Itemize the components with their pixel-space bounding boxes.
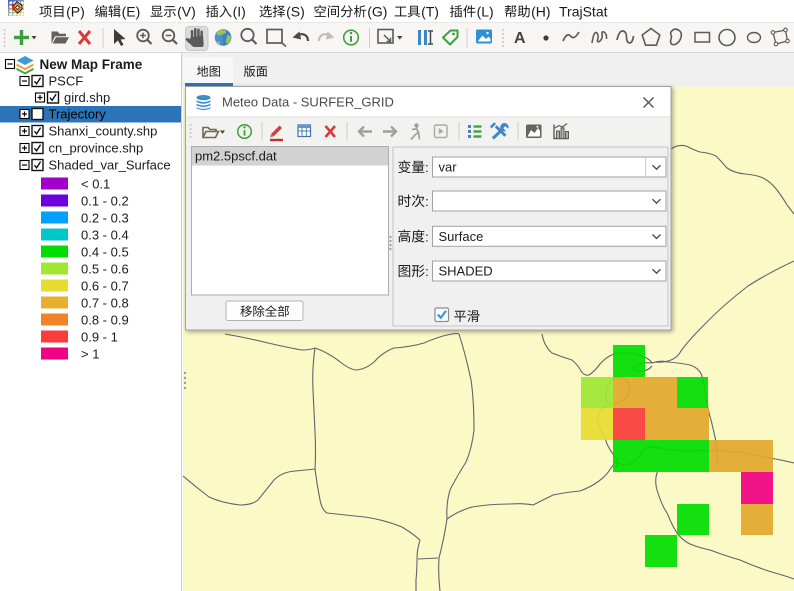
svg-text:gird.shp: gird.shp <box>64 90 110 105</box>
svg-text::: : <box>425 160 429 175</box>
svg-text:(S): (S) <box>286 3 305 19</box>
svg-text:Shanxi_county.shp: Shanxi_county.shp <box>49 124 158 139</box>
svg-text:0.4 - 0.5: 0.4 - 0.5 <box>81 245 129 260</box>
svg-text:Shaded_var_Surface: Shaded_var_Surface <box>49 158 171 173</box>
svg-text:PSCF: PSCF <box>49 74 84 89</box>
svg-text:cn_province.shp: cn_province.shp <box>49 141 144 156</box>
svg-text:(E): (E) <box>122 3 141 19</box>
svg-text:(T): (T) <box>421 3 439 19</box>
svg-text:New Map Frame: New Map Frame <box>40 57 143 72</box>
svg-text::: : <box>425 194 429 209</box>
svg-text:(G): (G) <box>367 3 387 19</box>
svg-text:Trajectory: Trajectory <box>49 107 107 122</box>
svg-text:(P): (P) <box>66 3 85 19</box>
svg-text:0.8 - 0.9: 0.8 - 0.9 <box>81 313 129 328</box>
svg-text:(I): (I) <box>233 3 246 19</box>
svg-text:0.5 - 0.6: 0.5 - 0.6 <box>81 262 129 277</box>
svg-text:0.9 - 1: 0.9 - 1 <box>81 330 118 345</box>
svg-text:0.7 - 0.8: 0.7 - 0.8 <box>81 296 129 311</box>
svg-text:0.2 - 0.3: 0.2 - 0.3 <box>81 211 129 226</box>
svg-text:< 0.1: < 0.1 <box>81 177 110 192</box>
svg-text:var: var <box>439 160 458 175</box>
svg-text:(L): (L) <box>477 3 494 19</box>
svg-text:> 1: > 1 <box>81 347 99 362</box>
svg-text::: : <box>425 264 429 279</box>
svg-text:Meteo Data - SURFER_GRID: Meteo Data - SURFER_GRID <box>222 95 394 110</box>
svg-text:pm2.5pscf.dat: pm2.5pscf.dat <box>195 149 277 164</box>
svg-text:0.3 - 0.4: 0.3 - 0.4 <box>81 228 129 243</box>
svg-text:(H): (H) <box>531 3 550 19</box>
svg-text:(V): (V) <box>177 3 196 19</box>
svg-text:SHADED: SHADED <box>439 264 493 279</box>
svg-text:Surface: Surface <box>439 229 484 244</box>
svg-text:0.6 - 0.7: 0.6 - 0.7 <box>81 279 129 294</box>
svg-text::: : <box>425 229 429 244</box>
svg-text:A: A <box>514 30 526 47</box>
svg-text:0.1 - 0.2: 0.1 - 0.2 <box>81 194 129 209</box>
svg-text:TrajStat: TrajStat <box>559 3 608 19</box>
